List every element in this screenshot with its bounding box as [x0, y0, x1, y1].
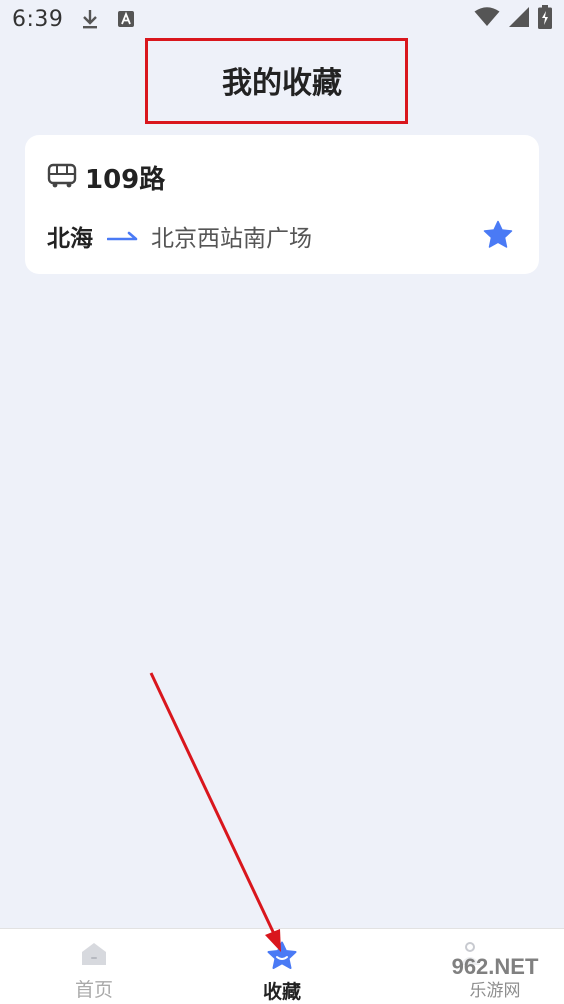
route-destination: 北京西站南广场: [151, 226, 312, 252]
status-right: [474, 5, 552, 33]
page-title: 我的收藏: [222, 66, 342, 101]
header: 我的收藏: [0, 38, 564, 122]
status-bar: 6:39: [0, 0, 564, 38]
nav-tab-profile[interactable]: [376, 929, 564, 1004]
route-stops-row: 北海 北京西站南广场: [47, 219, 312, 253]
home-icon: [80, 941, 108, 971]
favorites-nav-icon: [267, 941, 297, 973]
nav-label-favorites: 收藏: [262, 981, 301, 1003]
font-app-icon: [117, 10, 135, 28]
nav-tab-home[interactable]: 首页: [0, 929, 188, 1004]
direction-arrow-icon: [107, 229, 139, 243]
bottom-nav: 首页 收藏: [0, 928, 564, 1004]
signal-icon: [508, 6, 530, 32]
nav-label-home: 首页: [74, 979, 113, 1001]
profile-icon: [456, 941, 484, 971]
route-title-row: 109路: [47, 159, 165, 196]
route-name: 109路: [85, 165, 166, 195]
wifi-icon: [474, 7, 500, 31]
download-icon: [81, 8, 99, 30]
favorite-star-icon[interactable]: [483, 220, 513, 252]
status-time: 6:39: [12, 6, 64, 32]
battery-icon: [538, 5, 552, 33]
nav-tab-favorites[interactable]: 收藏: [188, 929, 376, 1004]
route-origin: 北海: [47, 226, 93, 252]
bus-icon: [47, 163, 77, 193]
screen: 6:39 我的收藏 109路 北海 北京西站南广场 首页 收藏 962.NET …: [0, 0, 564, 1004]
favorite-route-card[interactable]: 109路 北海 北京西站南广场: [25, 135, 539, 274]
